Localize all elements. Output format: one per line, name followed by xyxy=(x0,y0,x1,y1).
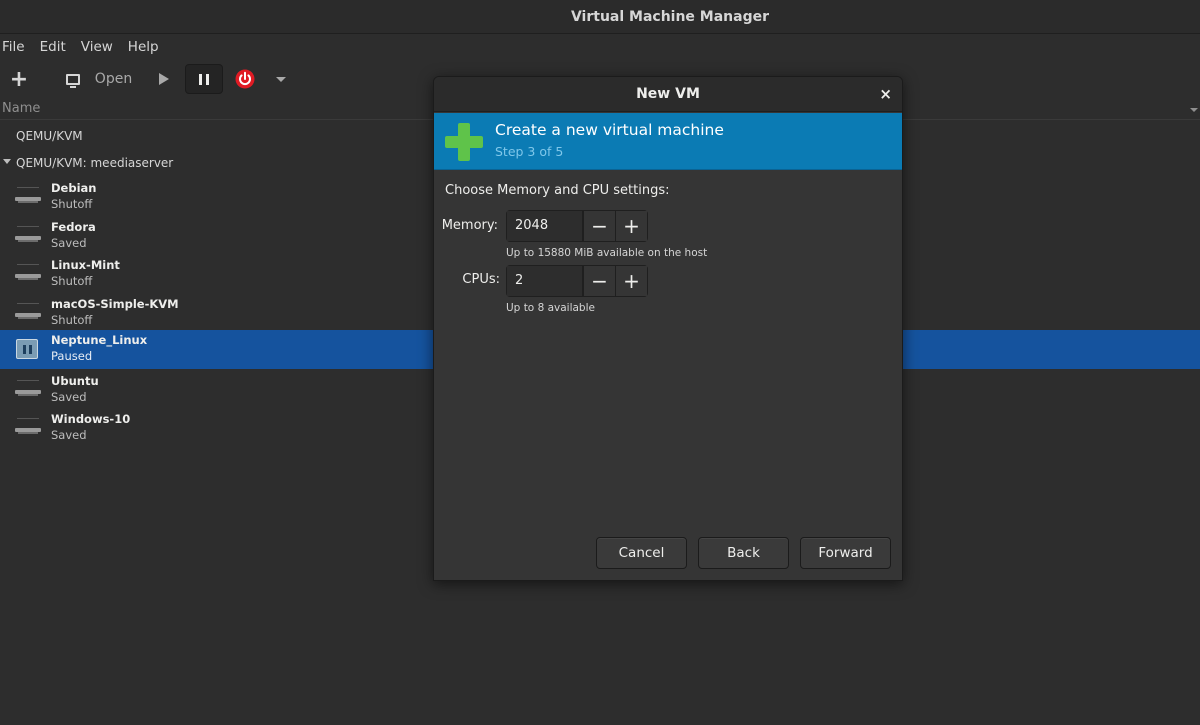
vm-off-icon xyxy=(15,380,41,400)
vm-status: Saved xyxy=(51,236,87,250)
vm-name: Neptune_Linux xyxy=(51,333,148,347)
vm-off-icon xyxy=(15,187,41,207)
menu-view[interactable]: View xyxy=(81,39,113,55)
dialog-titlebar: New VM × xyxy=(434,77,902,112)
vm-status: Shutoff xyxy=(51,197,93,211)
pause-button[interactable] xyxy=(185,64,223,94)
vm-status: Saved xyxy=(51,390,87,404)
sort-chevron-icon xyxy=(1190,108,1198,112)
memory-spinner: 2048 − + xyxy=(506,210,648,242)
vm-off-icon xyxy=(15,226,41,246)
back-button[interactable]: Back xyxy=(698,537,789,569)
cpus-label: CPUs: xyxy=(462,272,500,287)
power-icon xyxy=(235,69,255,89)
cpus-increment-button[interactable]: + xyxy=(615,266,647,296)
shutdown-options-dropdown[interactable] xyxy=(272,64,290,94)
cpus-spinner: 2 − + xyxy=(506,265,648,297)
expander-arrow-icon[interactable] xyxy=(3,159,11,164)
memory-hint: Up to 15880 MiB available on the host xyxy=(506,247,708,259)
chevron-down-icon xyxy=(276,76,286,82)
forward-button[interactable]: Forward xyxy=(800,537,891,569)
monitor-icon xyxy=(65,73,80,88)
plus-icon: + xyxy=(9,66,29,92)
vm-status: Saved xyxy=(51,428,87,442)
vm-off-icon xyxy=(15,264,41,284)
settings-heading: Choose Memory and CPU settings: xyxy=(445,183,670,198)
memory-input[interactable]: 2048 xyxy=(507,211,583,241)
run-button[interactable] xyxy=(153,64,175,94)
vm-name: Debian xyxy=(51,181,97,195)
vm-name: Windows-10 xyxy=(51,412,131,426)
vm-status: Shutoff xyxy=(51,274,93,288)
wizard-step: Step 3 of 5 xyxy=(495,144,564,159)
memory-increment-button[interactable]: + xyxy=(615,211,647,241)
menubar: File Edit View Help xyxy=(0,34,1200,60)
open-label: Open xyxy=(94,71,133,87)
memory-decrement-button[interactable]: − xyxy=(583,211,615,241)
vm-off-icon xyxy=(15,303,41,323)
new-vm-dialog: New VM × Create a new virtual machine St… xyxy=(433,76,903,581)
vm-paused-icon xyxy=(16,339,38,359)
window-titlebar: Virtual Machine Manager xyxy=(0,0,1200,34)
memory-label: Memory: xyxy=(441,218,498,233)
new-vm-button[interactable]: + xyxy=(6,64,32,94)
connection-label: QEMU/KVM: meediaserver xyxy=(16,156,174,170)
menu-help[interactable]: Help xyxy=(128,39,159,55)
shutdown-button[interactable] xyxy=(233,64,257,94)
wizard-banner: Create a new virtual machine Step 3 of 5 xyxy=(434,113,902,170)
vm-name: Linux-Mint xyxy=(51,258,120,272)
dialog-title: New VM xyxy=(636,86,700,102)
vm-name: Ubuntu xyxy=(51,374,99,388)
window-title: Virtual Machine Manager xyxy=(570,8,770,25)
open-button[interactable]: Open xyxy=(58,64,140,94)
vm-status: Shutoff xyxy=(51,313,93,327)
menu-edit[interactable]: Edit xyxy=(40,39,66,55)
cpus-hint: Up to 8 available xyxy=(506,302,595,314)
vm-name: macOS-Simple-KVM xyxy=(51,297,179,311)
vm-off-icon xyxy=(15,418,41,438)
pause-icon xyxy=(199,73,209,85)
play-icon xyxy=(159,73,169,85)
create-plus-icon xyxy=(445,123,483,161)
connection-label: QEMU/KVM xyxy=(16,129,83,143)
cpus-decrement-button[interactable]: − xyxy=(583,266,615,296)
vm-name: Fedora xyxy=(51,220,96,234)
wizard-title: Create a new virtual machine xyxy=(495,121,724,139)
vm-status: Paused xyxy=(51,349,93,363)
close-icon[interactable]: × xyxy=(879,85,892,103)
menu-file[interactable]: File xyxy=(2,39,25,55)
cancel-button[interactable]: Cancel xyxy=(596,537,687,569)
cpus-input[interactable]: 2 xyxy=(507,266,583,296)
name-column-label: Name xyxy=(2,101,41,116)
